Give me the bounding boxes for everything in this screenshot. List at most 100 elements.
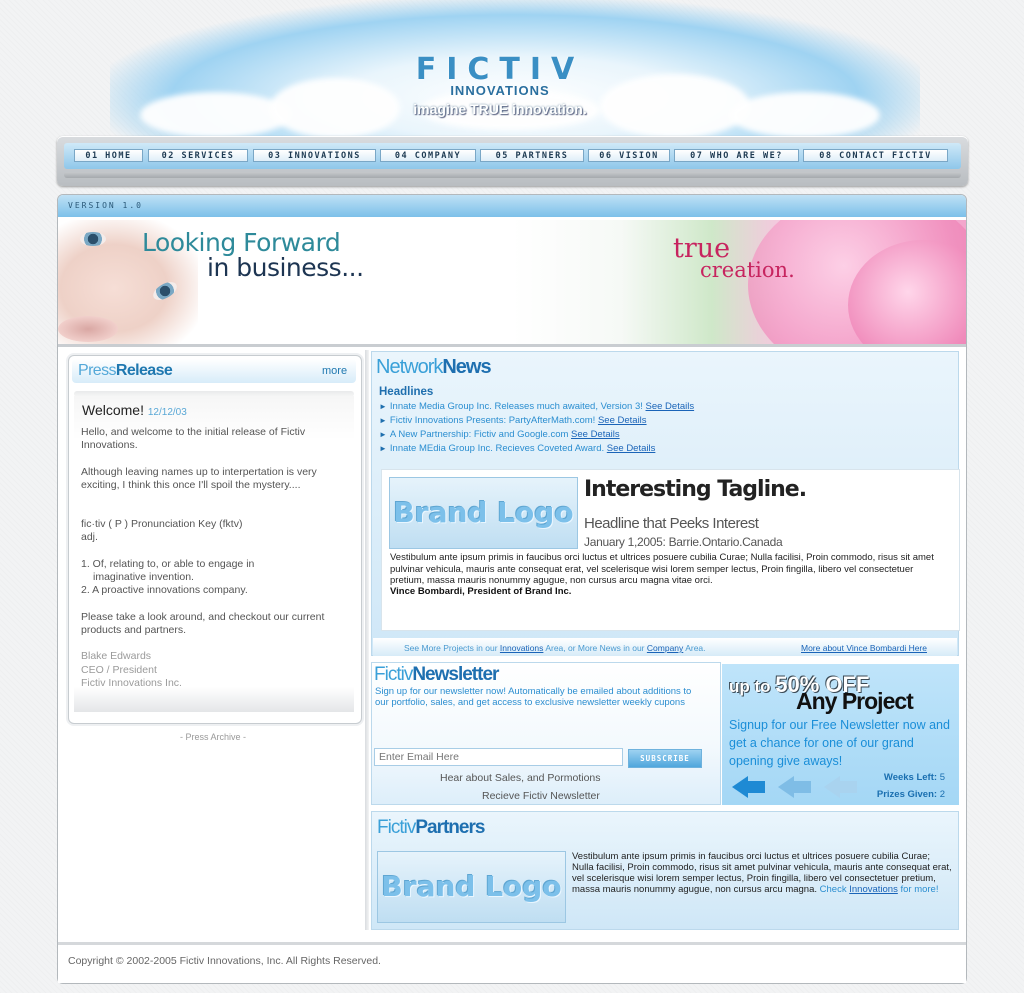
see-details-link[interactable]: See Details xyxy=(571,429,620,440)
partners-title-a: Fictiv xyxy=(377,817,416,838)
press-date: 12/12/03 xyxy=(147,407,187,418)
press-more-link[interactable]: more xyxy=(322,365,347,377)
weeks-left: Weeks Left: 5 xyxy=(840,772,945,783)
network-news-title: NetworkNews xyxy=(376,356,492,379)
weeks-left-value: 5 xyxy=(939,772,945,783)
headline-text: Innate Media Group Inc. Releases much aw… xyxy=(389,401,643,412)
version-bar xyxy=(58,195,966,217)
press-welcome: Welcome! 12/12/03 xyxy=(82,402,187,418)
headline-item: ► A New Partnership: Fictiv and Google.co… xyxy=(379,429,620,440)
arrow-left-icon-tail xyxy=(793,781,811,793)
newsletter-description: Sign up for our newsletter now! Automati… xyxy=(375,686,692,708)
nav-contact[interactable]: 08 CONTACT FICTIV xyxy=(803,149,948,162)
nav-vision[interactable]: 06 VISION xyxy=(588,149,670,162)
email-input[interactable] xyxy=(374,748,623,766)
subscribe-button[interactable]: SUBSCRIBE xyxy=(628,749,702,768)
arrow-left-icon[interactable] xyxy=(778,776,794,798)
feature-tagline: Interesting Tagline. xyxy=(584,477,807,502)
site-logo-subtitle: INNOVATIONS xyxy=(450,83,550,98)
feature-footer-text: See More Projects in our Innovations Are… xyxy=(404,643,706,653)
partners-check-text: Check xyxy=(819,884,847,895)
headline-item: ► Innate Media Group Inc. Releases much a… xyxy=(379,401,694,412)
feature-body: Vestibulum ante ipsum primis in faucibus… xyxy=(390,552,934,586)
weeks-left-label: Weeks Left: xyxy=(883,772,938,783)
bullet-arrow-icon: ► xyxy=(379,402,387,411)
partners-body: Vestibulum ante ipsum primis in faucibus… xyxy=(572,851,954,895)
newsletter-title-b: Newsletter xyxy=(412,664,499,685)
press-signature-company: Fictiv Innovations Inc. xyxy=(81,677,182,689)
network-title-a: Network xyxy=(376,356,443,378)
headline-text: Fictiv Innovations Presents: PartyAfterM… xyxy=(389,415,596,426)
headline-item: ► Innate MEdia Group Inc. Recieves Covete… xyxy=(379,443,655,454)
newsletter-benefit: Hear about Sales, and Pormotions xyxy=(440,772,601,784)
banner-creation: creation. xyxy=(700,258,795,282)
foot-text: Area. xyxy=(685,643,706,653)
nav-strip-bottom xyxy=(64,172,961,178)
nav-home[interactable]: 01 HOME xyxy=(74,149,143,162)
press-welcome-text: Welcome! xyxy=(82,402,144,418)
site-tagline: imagine TRUE innovation. xyxy=(413,101,587,117)
bullet-arrow-icon: ► xyxy=(379,430,387,439)
nav-who-are-we[interactable]: 07 WHO ARE WE? xyxy=(674,149,799,162)
nav-partners[interactable]: 05 PARTNERS xyxy=(480,149,584,162)
press-release-title: PressRelease xyxy=(78,362,173,380)
version-label: VERSION 1.0 xyxy=(68,201,143,210)
brand-logo-image: Brand Logo xyxy=(389,477,578,549)
feature-author: Vince Bombardi, President of Brand Inc. xyxy=(390,586,572,597)
newsletter-title: FictivNewsletter xyxy=(374,664,499,686)
press-definition: imaginative invention. xyxy=(93,571,194,583)
press-pos: adj. xyxy=(81,531,98,543)
see-details-link[interactable]: See Details xyxy=(646,401,695,412)
press-archive-link[interactable]: - Press Archive - xyxy=(150,732,276,742)
prizes-given-label: Prizes Given: xyxy=(876,789,938,800)
see-details-link[interactable]: See Details xyxy=(598,415,647,426)
press-definition: 1. Of, relating to, or able to engage in xyxy=(81,558,255,570)
bullet-arrow-icon: ► xyxy=(379,444,387,453)
partners-title-b: Partners xyxy=(415,817,485,838)
press-title-b: Release xyxy=(115,362,173,379)
press-definition: 2. A proactive innovations company. xyxy=(81,584,248,596)
foot-text: Area, or More News in our xyxy=(545,643,645,653)
headlines-label: Headlines xyxy=(379,386,434,398)
press-pronunciation: fic·tiv ( P ) Pronunciation Key (fktv) xyxy=(81,518,243,530)
press-signature-title: CEO / President xyxy=(81,664,157,676)
hero-lips xyxy=(58,316,118,342)
nav-innovations[interactable]: 03 INNOVATIONS xyxy=(253,149,376,162)
foot-text: See More Projects in our xyxy=(404,643,498,653)
headline-text: Innate MEdia Group Inc. Recieves Coveted… xyxy=(389,443,605,454)
site-logo[interactable]: FICTIV xyxy=(0,52,1000,87)
feature-headline: Headline that Peeks Interest xyxy=(584,515,759,532)
headline-item: ► Fictiv Innovations Presents: PartyAfter… xyxy=(379,415,647,426)
promo-signup-text: Signup for our Free Newsletter now and g… xyxy=(729,718,950,768)
press-signature-name: Blake Edwards xyxy=(81,650,152,662)
newsletter-benefit: Recieve Fictiv Newsletter xyxy=(482,790,600,802)
banner-divider xyxy=(58,344,966,347)
partners-check-post: for more! xyxy=(900,884,939,895)
press-paragraph: Please take a look around, and checkout … xyxy=(81,611,325,636)
newsletter-title-a: Fictiv xyxy=(374,664,413,685)
arrow-left-icon[interactable] xyxy=(732,776,748,798)
copyright: Copyright © 2002-2005 Fictiv Innovations… xyxy=(68,955,381,967)
banner-true: true xyxy=(673,233,731,264)
arrow-left-icon[interactable] xyxy=(824,776,840,798)
column-separator xyxy=(365,350,369,930)
partners-title: FictivPartners xyxy=(377,817,485,839)
press-paragraph: Hello, and welcome to the initial releas… xyxy=(81,426,306,451)
company-link[interactable]: Company xyxy=(647,643,683,653)
nav-services[interactable]: 02 SERVICES xyxy=(148,149,248,162)
headline-text: A New Partnership: Fictiv and Google.com xyxy=(389,429,569,440)
bullet-arrow-icon: ► xyxy=(379,416,387,425)
press-paragraph: Although leaving names up to interpertat… xyxy=(81,466,317,491)
arrow-left-icon-tail xyxy=(747,781,765,793)
nav-company[interactable]: 04 COMPANY xyxy=(380,149,476,162)
partner-brand-logo[interactable]: Brand Logo xyxy=(377,851,566,923)
banner-headline-2: in business... xyxy=(207,253,364,282)
more-about-vince-link[interactable]: More about Vince Bombardi Here xyxy=(801,643,927,653)
partners-innovations-link[interactable]: Innovations xyxy=(849,884,898,895)
innovations-link[interactable]: Innovations xyxy=(500,643,543,653)
promo-any-project: Any Project xyxy=(796,688,914,714)
feature-dateline: January 1,2005: Barrie.Ontario.Canada xyxy=(584,535,783,549)
prizes-given-value: 2 xyxy=(939,789,945,800)
promo-upto: up to xyxy=(729,677,771,696)
see-details-link[interactable]: See Details xyxy=(607,443,656,454)
